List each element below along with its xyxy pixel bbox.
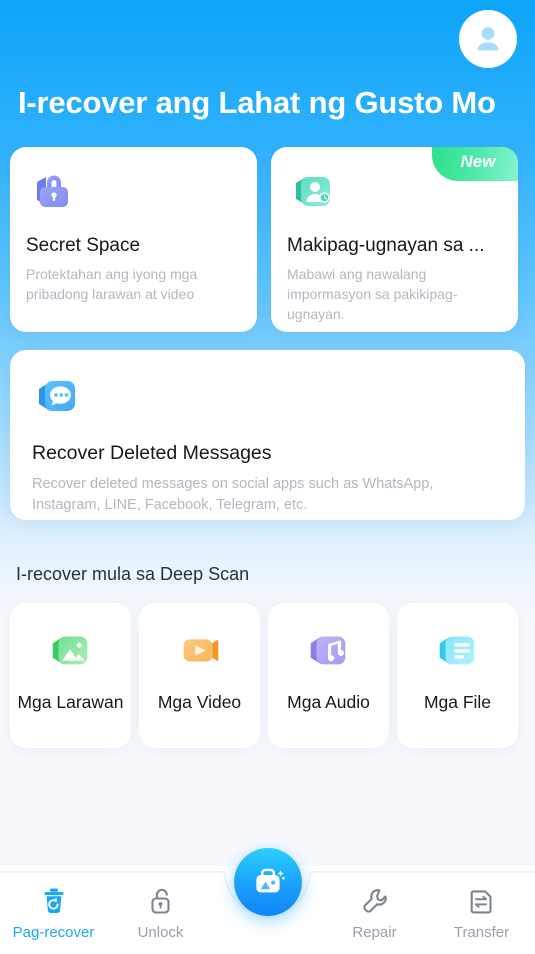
contact-clock-icon — [287, 165, 339, 217]
nav-label: Pag-recover — [12, 923, 95, 941]
toolbox-sparkle-icon — [255, 868, 285, 893]
lock-icon — [26, 165, 78, 217]
deep-scan-tiles-row: Mga Larawan Mga Video Mga Audio Mga File — [0, 602, 535, 748]
tile-label: Mga Larawan — [17, 691, 124, 712]
document-icon — [439, 636, 474, 665]
toolkit-fab-button[interactable] — [233, 848, 302, 916]
tile-photos[interactable]: Mga Larawan — [10, 602, 131, 748]
chat-bubble-icon — [32, 370, 84, 422]
trash-restore-icon — [44, 888, 63, 913]
user-avatar-icon — [477, 27, 499, 51]
avatar[interactable] — [459, 10, 517, 68]
tile-label: Mga Video — [157, 691, 242, 712]
nav-item-transfer[interactable]: Transfer — [428, 866, 535, 954]
feature-cards-row: Secret Space Protektahan ang iyong mga p… — [0, 146, 535, 332]
new-badge: New — [432, 146, 518, 181]
card-description: Mabawi ang nawalang impormasyon sa pakik… — [287, 265, 458, 323]
nav-label: Transfer — [453, 923, 510, 941]
card-description: Recover deleted messages on social apps … — [32, 475, 434, 513]
wrench-icon — [362, 888, 387, 913]
video-icon — [183, 639, 218, 662]
header: I-recover ang Lahat ng Gusto Mo — [0, 0, 535, 125]
card-contact-recovery[interactable]: New Makipag-ugnayan sa ... Mabawi ang na… — [271, 146, 518, 332]
app-screen: I-recover ang Lahat ng Gusto Mo Secret S… — [0, 0, 535, 954]
tile-label: Mga Audio — [287, 691, 370, 712]
photo-icon — [52, 636, 87, 665]
card-title: Makipag-ugnayan sa ... — [287, 234, 485, 256]
tile-files[interactable]: Mga File — [397, 602, 518, 748]
transfer-icon — [470, 889, 492, 913]
tile-videos[interactable]: Mga Video — [139, 602, 260, 748]
deep-scan-section-title: I-recover mula sa Deep Scan — [16, 563, 250, 584]
avatar-row — [18, 0, 517, 78]
card-title: Recover Deleted Messages — [32, 441, 272, 464]
padlock-open-icon — [150, 888, 170, 914]
music-icon — [310, 636, 345, 665]
card-description: Protektahan ang iyong mga pribadong lara… — [26, 265, 198, 302]
nav-label: Repair — [352, 923, 397, 941]
tile-audio[interactable]: Mga Audio — [268, 602, 389, 748]
card-recover-deleted-messages[interactable]: Recover Deleted Messages Recover deleted… — [10, 349, 525, 520]
card-secret-space[interactable]: Secret Space Protektahan ang iyong mga p… — [10, 146, 257, 332]
card-title: Secret Space — [26, 234, 141, 256]
nav-item-recover[interactable]: Pag-recover — [0, 866, 107, 954]
tile-label: Mga File — [423, 691, 492, 712]
page-title: I-recover ang Lahat ng Gusto Mo — [18, 85, 496, 120]
nav-item-unlock[interactable]: Unlock — [107, 866, 214, 954]
nav-label: Unlock — [137, 923, 184, 941]
nav-item-repair[interactable]: Repair — [321, 866, 428, 954]
